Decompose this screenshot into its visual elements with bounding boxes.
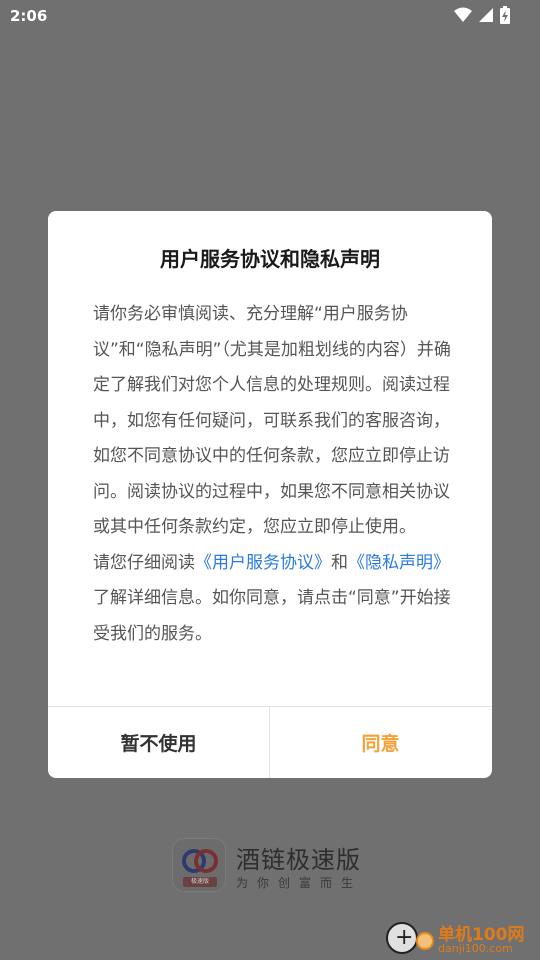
dialog-paragraph-1: 请你务必审慎阅读、充分理解“用户服务协议”和“隐私声明”（尤其是加粗划线的内容）… — [93, 304, 451, 537]
dialog-title: 用户服务协议和隐私声明 — [160, 247, 380, 271]
paragraph-2-prefix: 请您仔细阅读 — [93, 552, 195, 573]
watermark-circle-icon — [416, 932, 434, 950]
status-icons — [454, 6, 510, 24]
paragraph-2-middle: 和 — [331, 552, 348, 573]
dialog-paragraph-2: 请您仔细阅读《用户服务协议》和《隐私声明》了解详细信息。如你同意，请点击“同意”… — [93, 546, 453, 653]
app-brand: 极速版 酒链极速版 为你创富而生 — [172, 838, 382, 896]
status-bar: 2:06 — [0, 0, 540, 32]
user-agreement-link[interactable]: 《用户服务协议》 — [195, 553, 331, 573]
watermark-plus-icon: + — [386, 922, 418, 954]
app-logo: 极速版 — [172, 838, 226, 892]
watermark: + 单机100网 danji100.com — [386, 918, 536, 960]
decline-button[interactable]: 暂不使用 — [48, 707, 269, 778]
app-name: 酒链极速版 — [236, 846, 361, 874]
agree-button[interactable]: 同意 — [270, 707, 491, 778]
logo-tag: 极速版 — [183, 877, 217, 887]
status-time: 2:06 — [10, 7, 48, 25]
signal-icon — [479, 8, 493, 22]
dialog-body: 请你务必审慎阅读、充分理解“用户服务协议”和“隐私声明”（尤其是加粗划线的内容）… — [93, 297, 453, 652]
privacy-statement-link[interactable]: 《隐私声明》 — [348, 553, 450, 573]
privacy-dialog: 用户服务协议和隐私声明 请你务必审慎阅读、充分理解“用户服务协议”和“隐私声明”… — [48, 211, 492, 778]
battery-charging-icon — [500, 6, 510, 24]
watermark-url: danji100.com — [438, 942, 513, 955]
app-slogan: 为你创富而生 — [236, 876, 363, 890]
wifi-icon — [454, 7, 472, 22]
paragraph-2-suffix: 了解详细信息。如你同意，请点击“同意”开始接受我们的服务。 — [93, 588, 451, 644]
